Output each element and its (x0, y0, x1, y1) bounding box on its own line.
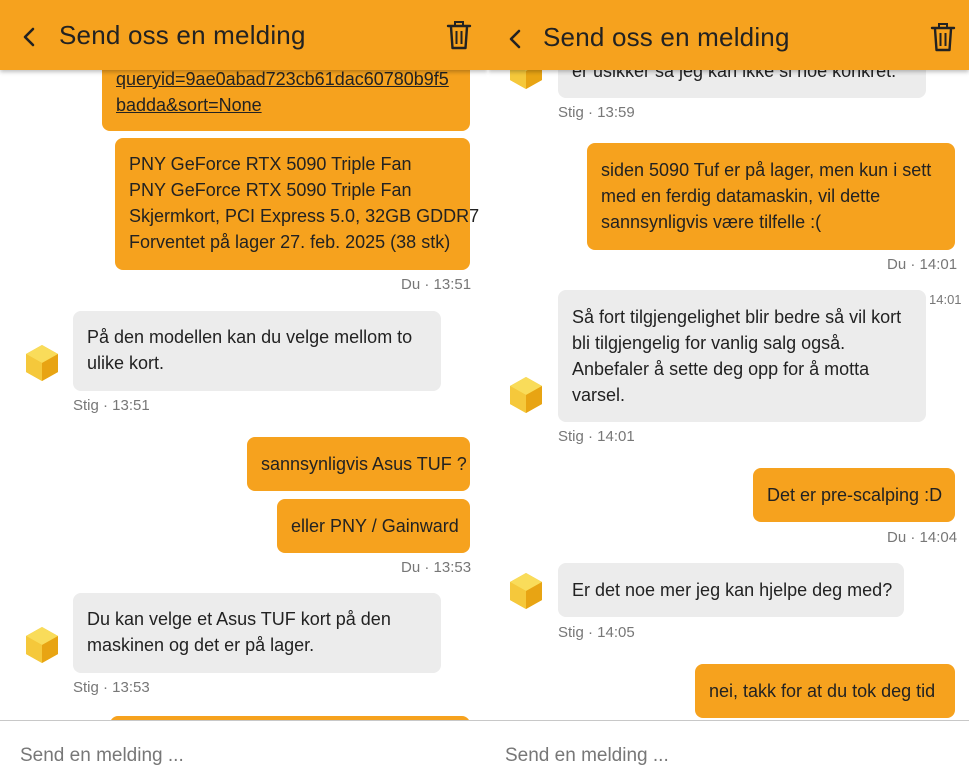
back-button[interactable] (14, 22, 44, 52)
message-bubble-product[interactable]: PNY GeForce RTX 5090 Triple Fan PNY GeFo… (115, 138, 480, 270)
message-text-line: PNY GeForce RTX 5090 Triple Fan (129, 180, 412, 200)
message-meta: Du · 13:53 (401, 559, 472, 576)
message-composer (0, 720, 488, 777)
message-meta: Du · 14:04 (887, 529, 958, 546)
app-header: Send oss en melding (488, 0, 969, 70)
message-meta: Stig · 13:53 (73, 679, 150, 696)
message-text-line: Er det noe mer jeg kan hjelpe deg med? (572, 580, 893, 600)
message-text-line: siden 5090 Tuf er på lager, men kun i se… (601, 160, 932, 180)
message-text-line: Du kan velge et Asus TUF kort på den (87, 609, 391, 629)
message-text-line: På den modellen kan du velge mellom to (87, 327, 413, 347)
message-meta-time: 14:01 (929, 292, 962, 307)
message-bubble-user[interactable]: nei, takk for at du tok deg tid (695, 664, 955, 718)
message-text-line: Skjermkort, PCI Express 5.0, 32GB GDDR7 (129, 206, 480, 226)
message-text-line: PNY GeForce RTX 5090 Triple Fan (129, 154, 412, 174)
page-title: Send oss en melding (543, 22, 790, 52)
message-bubble-agent[interactable]: Du kan velge et Asus TUF kort på den mas… (73, 593, 441, 673)
agent-avatar-icon (24, 344, 60, 382)
agent-avatar-icon (508, 376, 544, 414)
message-text-line: eller PNY / Gainward (291, 516, 459, 536)
message-text-line: bli tilgjengelig for vanlig salg også. (572, 333, 846, 353)
message-bubble-agent[interactable]: Så fort tilgjengelighet blir bedre så vi… (558, 290, 926, 422)
agent-avatar-icon (508, 572, 544, 610)
message-text-line: Det er pre-scalping :D (767, 485, 943, 505)
message-text-line: sannsynligvis være tilfelle :( (601, 212, 822, 232)
message-list[interactable]: er usikker så jeg kan ikke si noe konkre… (488, 0, 969, 720)
message-text-line: sannsynligvis Asus TUF ? (261, 454, 467, 474)
message-bubble-user[interactable]: siden 5090 Tuf er på lager, men kun i se… (587, 143, 955, 250)
chevron-left-icon (509, 29, 521, 49)
trash-icon (930, 23, 956, 52)
message-text-line: Anbefaler å sette deg opp for å motta (572, 359, 870, 379)
back-button[interactable] (500, 24, 530, 54)
message-text-line: Forventet på lager 27. feb. 2025 (38 stk… (129, 232, 451, 252)
message-text-line: Så fort tilgjengelighet blir bedre så vi… (572, 307, 902, 327)
chat-panel-left: queryid=9ae0abad723cb61dac60780b9f5 badd… (0, 0, 488, 777)
message-text-line: ulike kort. (87, 353, 165, 373)
delete-conversation-button[interactable] (444, 20, 474, 52)
message-text-line: med en ferdig datamaskin, vil dette (601, 186, 881, 206)
page-title: Send oss en melding (59, 20, 306, 50)
message-text-line: maskinen og det er på lager. (87, 635, 315, 655)
message-meta: Stig · 13:51 (73, 397, 150, 414)
message-meta: Du · 14:01 (887, 256, 958, 273)
message-link-line[interactable]: badda&sort=None (116, 92, 456, 118)
agent-avatar-icon (24, 626, 60, 664)
message-bubble-user[interactable]: Det er pre-scalping :D (753, 468, 955, 522)
delete-conversation-button[interactable] (928, 22, 958, 54)
trash-icon (446, 21, 472, 50)
message-list[interactable]: queryid=9ae0abad723cb61dac60780b9f5 badd… (0, 0, 488, 720)
message-input[interactable] (20, 743, 420, 769)
chat-panel-right: er usikker så jeg kan ikke si noe konkre… (488, 0, 969, 777)
message-text-line: varsel. (572, 385, 626, 405)
message-meta: Stig · 14:05 (558, 624, 635, 641)
message-composer (488, 720, 969, 777)
message-bubble-user[interactable]: eller PNY / Gainward (277, 499, 470, 553)
app-header: Send oss en melding (0, 0, 488, 70)
message-meta: Du · 13:51 (401, 276, 472, 293)
message-bubble-user[interactable]: sannsynligvis Asus TUF ? (247, 437, 470, 491)
message-input[interactable] (505, 743, 905, 769)
message-bubble-agent[interactable]: Er det noe mer jeg kan hjelpe deg med? (558, 563, 904, 617)
chevron-left-icon (23, 27, 35, 47)
message-meta: Stig · 13:59 (558, 104, 635, 121)
message-bubble-agent[interactable]: På den modellen kan du velge mellom to u… (73, 311, 441, 391)
message-meta: Stig · 14:01 (558, 428, 635, 445)
message-text-line: nei, takk for at du tok deg tid (709, 681, 936, 701)
